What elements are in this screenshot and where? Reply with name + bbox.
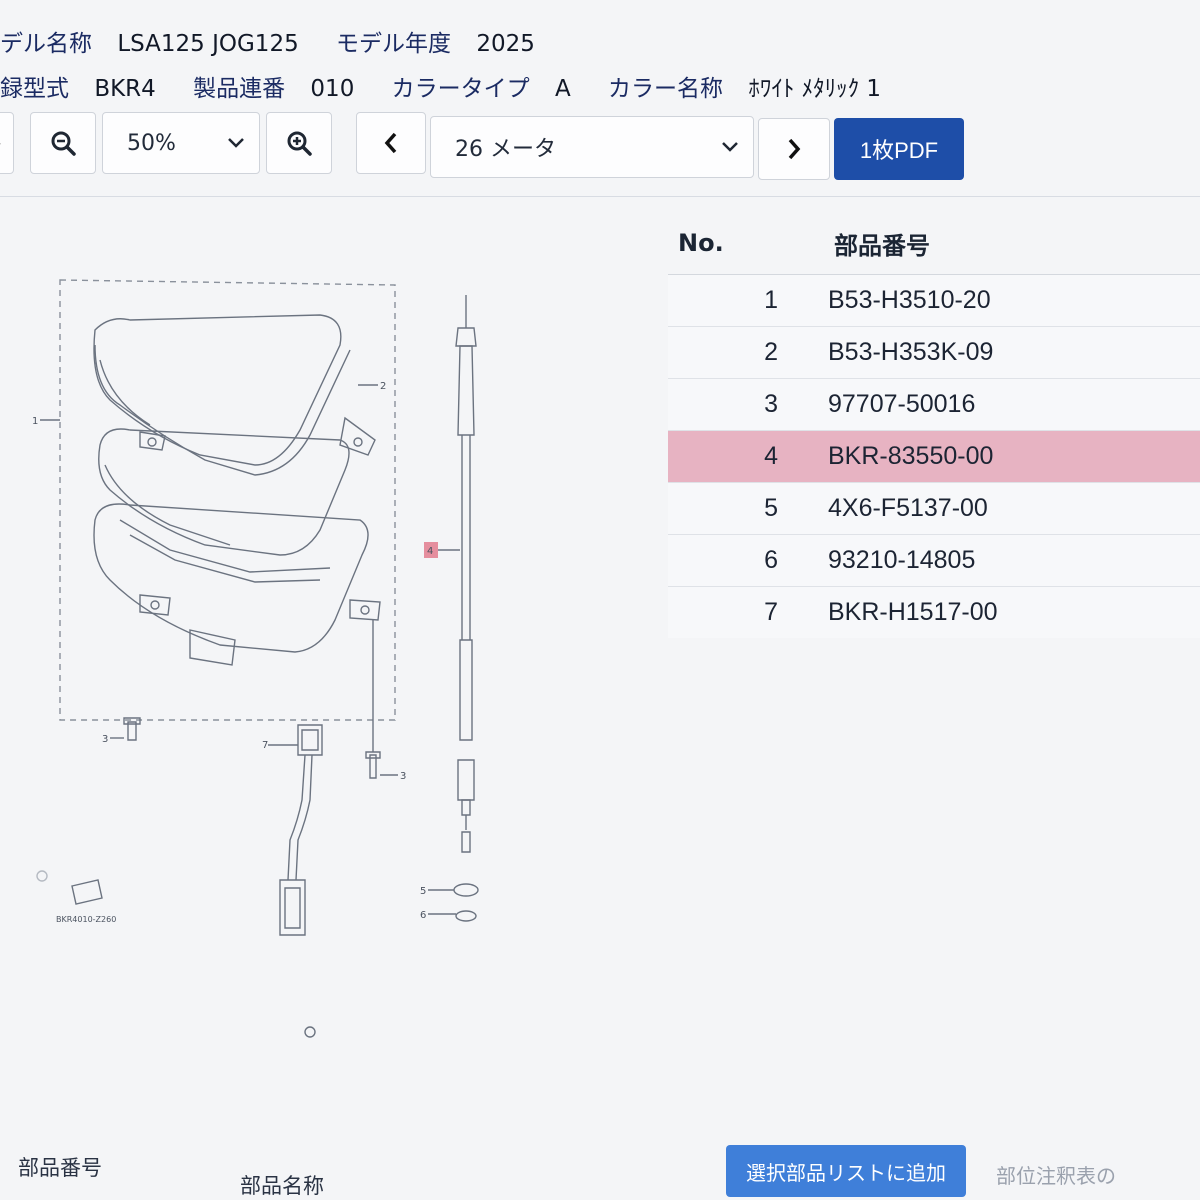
row-part-number: B53-H3510-20	[828, 286, 991, 314]
reg-type-label: 録型式	[0, 76, 69, 102]
table-row-selected[interactable]: 4 BKR-83550-00	[668, 431, 1200, 483]
color-type-label: カラータイプ	[391, 76, 530, 102]
table-header: No. 部品番号	[668, 212, 1200, 275]
chevron-left-icon	[384, 132, 397, 154]
zoom-out-button[interactable]	[30, 112, 96, 174]
table-row[interactable]: 3 97707-50016	[668, 379, 1200, 431]
callout-4[interactable]: 4	[427, 546, 433, 557]
callout-1[interactable]: 1	[32, 416, 38, 427]
meter-exploded-view: 1 2 3 7 3 4 5 6 BKR4010-Z260	[32, 279, 479, 1038]
model-info-row: デル名称 LSA125 JOG125 モデル年度 2025	[0, 24, 535, 58]
chevron-down-icon	[722, 142, 738, 152]
serial-value: 010	[310, 76, 355, 102]
model-name-value: LSA125 JOG125	[117, 31, 299, 57]
zoom-out-icon	[51, 131, 76, 156]
row-part-number: 97707-50016	[828, 390, 976, 418]
chevron-right-icon	[788, 138, 801, 160]
color-type-value: A	[554, 76, 571, 102]
selection-bar: 部品番号 部品名称 選択部品リストに追加 部位注釈表の	[0, 1140, 1200, 1200]
row-no: 1	[764, 286, 778, 314]
col-part-name-label: 部品名称	[240, 1174, 324, 1198]
row-part-number: 4X6-F5137-00	[828, 494, 988, 522]
next-page-button[interactable]	[758, 118, 830, 180]
spec-info-row: 録型式 BKR4 製品連番 010 カラータイプ A カラー名称 ﾎﾜｲﾄ ﾒﾀ…	[0, 69, 881, 103]
part-note-link[interactable]: 部位注釈表の	[996, 1160, 1116, 1189]
header-no: No.	[678, 229, 724, 257]
reg-type-value: BKR4	[94, 76, 156, 102]
row-part-number: BKR-83550-00	[828, 442, 994, 470]
serial-label: 製品連番	[193, 76, 286, 102]
table-row[interactable]: 1 B53-H3510-20	[668, 275, 1200, 327]
model-name-label: デル名称	[0, 31, 92, 57]
table-row[interactable]: 7 BKR-H1517-00	[668, 587, 1200, 638]
row-no: 4	[764, 442, 778, 470]
parts-table: No. 部品番号 1 B53-H3510-20 2 B53-H353K-09 3…	[668, 212, 1200, 638]
refresh-icon	[0, 143, 1, 145]
add-to-list-button[interactable]: 選択部品リストに追加	[726, 1145, 966, 1197]
row-no: 6	[764, 546, 778, 574]
prev-page-button[interactable]	[356, 112, 426, 174]
table-row[interactable]: 6 93210-14805	[668, 535, 1200, 587]
callout-3-left[interactable]: 3	[102, 734, 108, 745]
callout-7[interactable]: 7	[262, 740, 268, 751]
row-no: 7	[764, 598, 778, 626]
row-no: 5	[764, 494, 778, 522]
viewer-toolbar: 50% 26 メータ 1枚PDF	[0, 112, 1200, 180]
row-part-number: B53-H353K-09	[828, 338, 994, 366]
model-year-label: モデル年度	[336, 31, 452, 57]
zoom-value: 50%	[127, 130, 176, 156]
single-pdf-button[interactable]: 1枚PDF	[834, 118, 964, 180]
color-name-value: ﾎﾜｲﾄ ﾒﾀﾘｯｸ 1	[748, 76, 882, 102]
row-part-number: BKR-H1517-00	[828, 598, 998, 626]
toolbar-divider	[0, 196, 1200, 197]
parts-diagram: 1 2 3 7 3 4 5 6 BKR4010-Z260	[0, 200, 660, 1100]
page-value: 26 メータ	[455, 137, 556, 162]
callout-2[interactable]: 2	[380, 381, 386, 392]
zoom-in-icon	[287, 131, 312, 156]
zoom-in-button[interactable]	[266, 112, 332, 174]
figure-code: BKR4010-Z260	[56, 915, 116, 924]
chevron-down-icon	[228, 138, 244, 148]
row-no: 2	[764, 338, 778, 366]
page-select[interactable]: 26 メータ	[430, 116, 754, 178]
table-row[interactable]: 5 4X6-F5137-00	[668, 483, 1200, 535]
callout-5[interactable]: 5	[420, 886, 426, 897]
row-part-number: 93210-14805	[828, 546, 976, 574]
color-name-label: カラー名称	[608, 76, 723, 102]
callout-3-right[interactable]: 3	[400, 771, 406, 782]
col-part-number-label: 部品番号	[18, 1156, 102, 1180]
row-no: 3	[764, 390, 778, 418]
header-part-number: 部品番号	[834, 231, 930, 260]
model-year-value: 2025	[476, 31, 535, 57]
callout-6[interactable]: 6	[420, 910, 426, 921]
zoom-select[interactable]: 50%	[102, 112, 260, 174]
refresh-button[interactable]	[0, 112, 14, 174]
table-row[interactable]: 2 B53-H353K-09	[668, 327, 1200, 379]
